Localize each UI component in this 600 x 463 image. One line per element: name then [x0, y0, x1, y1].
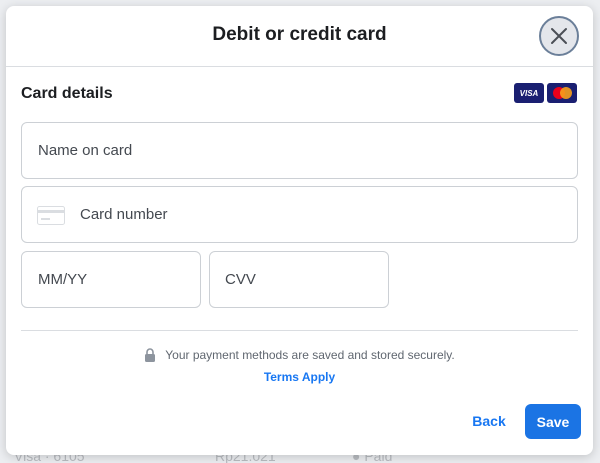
- card-number-field[interactable]: Card number: [21, 186, 578, 243]
- expiry-date-placeholder: MM/YY: [38, 271, 88, 288]
- name-on-card-field[interactable]: Name on card: [21, 122, 578, 179]
- expiry-date-field[interactable]: MM/YY: [21, 251, 201, 308]
- visa-logo-text: VISA: [519, 88, 539, 98]
- cvv-placeholder: CVV: [225, 271, 256, 288]
- save-button[interactable]: Save: [525, 404, 581, 439]
- mastercard-logo: [547, 83, 577, 103]
- secure-storage-text: Your payment methods are saved and store…: [165, 348, 455, 362]
- back-button[interactable]: Back: [462, 406, 516, 436]
- visa-logo: VISA: [514, 83, 544, 103]
- card-details-heading: Card details: [21, 85, 113, 102]
- card-icon: [37, 206, 65, 225]
- dialog-title: Debit or credit card: [212, 24, 387, 45]
- terms-apply-link[interactable]: Terms Apply: [6, 370, 593, 384]
- divider: [21, 330, 578, 331]
- close-icon: [550, 27, 568, 45]
- card-dialog: Debit or credit card Card details VISA N…: [6, 6, 593, 455]
- cvv-field[interactable]: CVV: [209, 251, 389, 308]
- card-number-placeholder: Card number: [80, 206, 168, 223]
- lock-icon: [144, 348, 156, 362]
- close-button[interactable]: [539, 16, 579, 56]
- secure-storage-notice: Your payment methods are saved and store…: [6, 348, 593, 362]
- dialog-header: Debit or credit card: [6, 6, 593, 67]
- name-on-card-placeholder: Name on card: [38, 142, 133, 159]
- mastercard-orange-circle: [560, 87, 572, 99]
